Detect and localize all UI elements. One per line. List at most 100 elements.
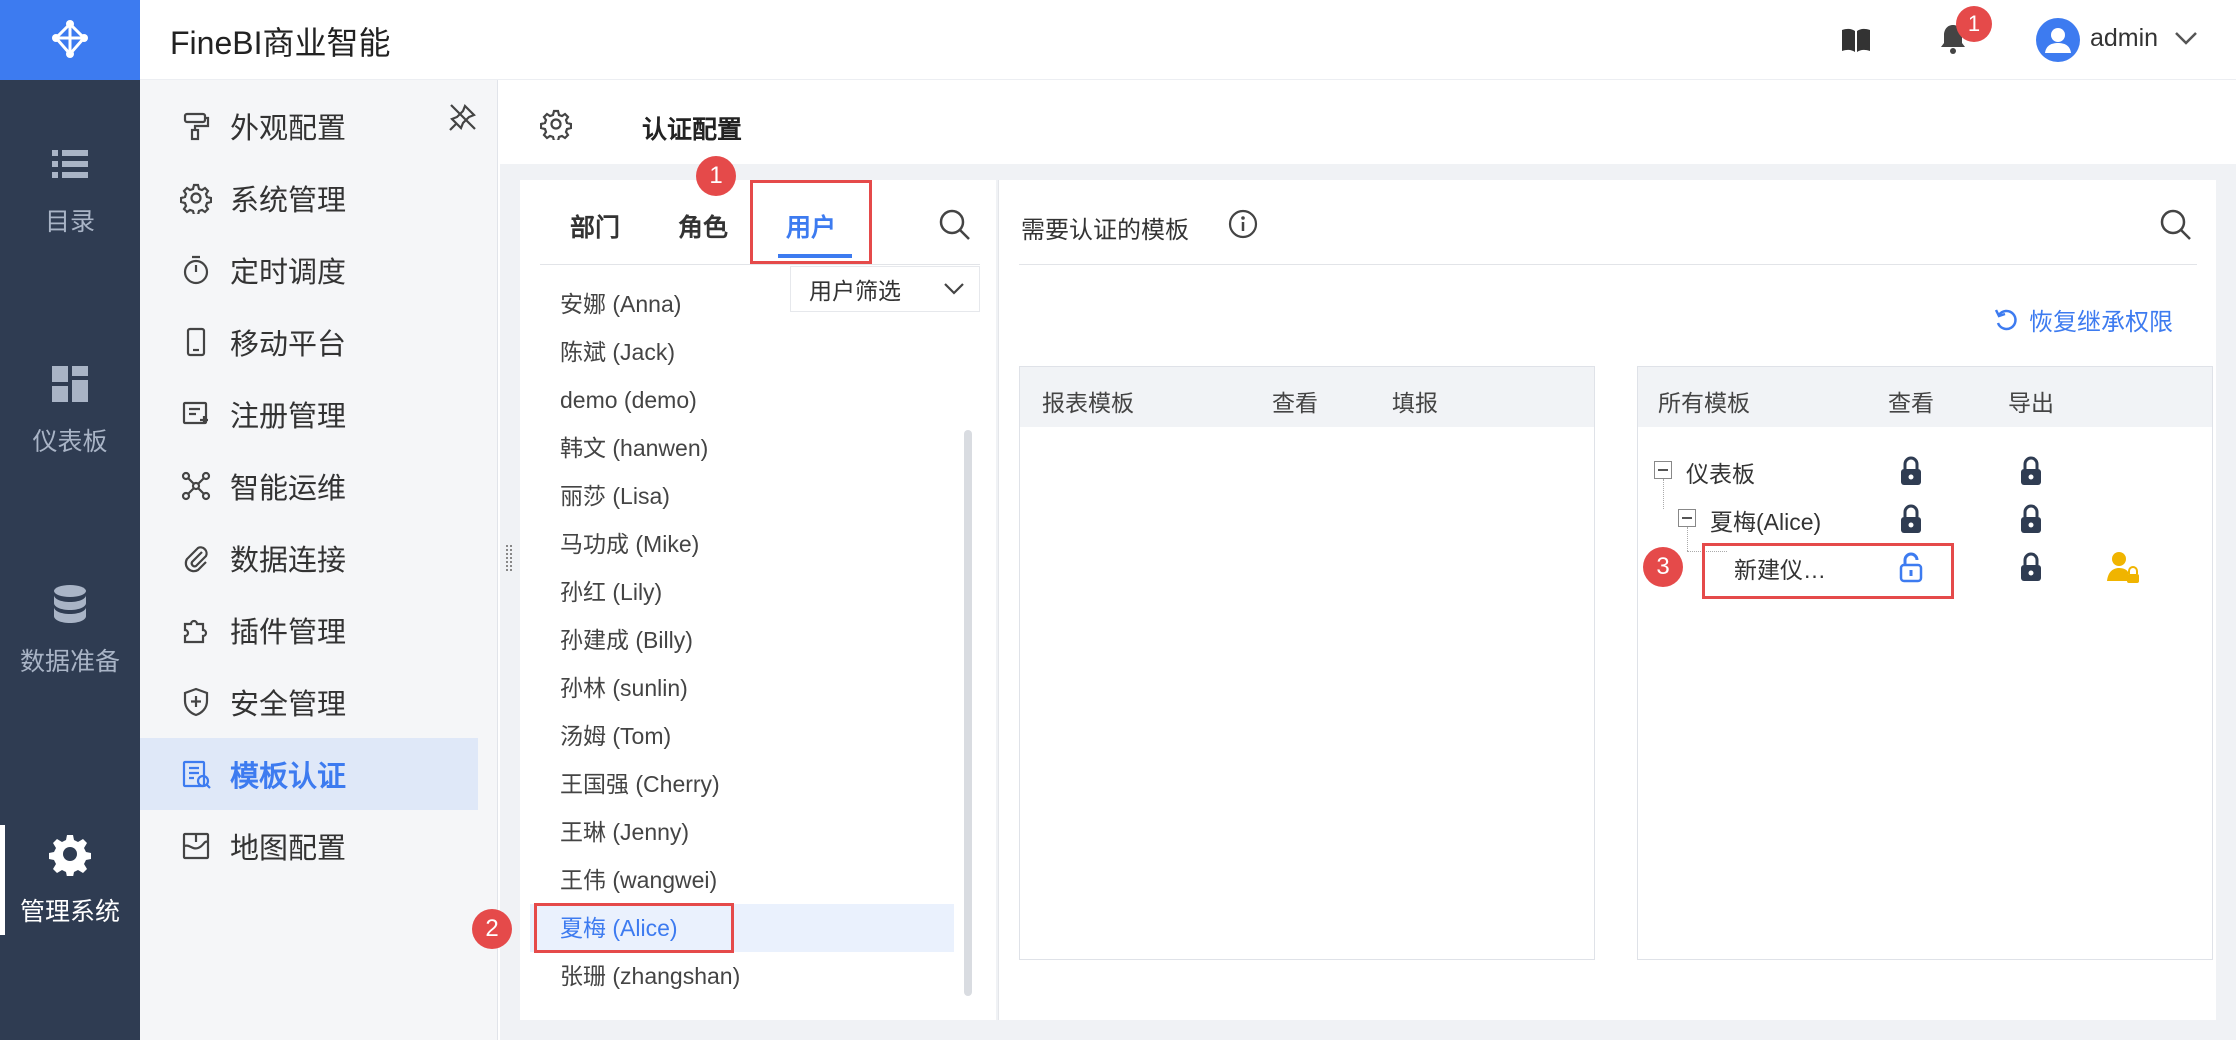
annotation-badge-2: 2 bbox=[472, 909, 512, 949]
menu-item-label: 注册管理 bbox=[230, 401, 347, 433]
scrollbar[interactable] bbox=[964, 430, 972, 996]
menu-item-map[interactable]: 地图配置 bbox=[140, 810, 478, 882]
user-lock-icon[interactable] bbox=[2106, 549, 2140, 585]
puzzle-icon bbox=[183, 619, 208, 644]
rail-item-label: 目录 bbox=[44, 208, 95, 236]
menu-item-template-auth[interactable]: 模板认证 bbox=[140, 738, 478, 810]
gear-icon bbox=[49, 835, 91, 876]
search-icon[interactable] bbox=[2159, 208, 2193, 242]
rail-item-catalog[interactable]: 目录 bbox=[0, 115, 140, 265]
list-item[interactable]: 孙林 (sunlin) bbox=[560, 664, 688, 712]
list-item[interactable]: 陈斌 (Jack) bbox=[560, 328, 675, 376]
list-item[interactable]: 安娜 (Anna) bbox=[560, 280, 681, 328]
annotation-badge-1: 1 bbox=[696, 156, 736, 196]
gear-icon bbox=[540, 109, 572, 140]
tree-node-folder[interactable]: 夏梅(Alice) bbox=[1710, 503, 1821, 537]
side-menu: 外观配置 系统管理 定时调度 移动平台 注册管理 智能运维 数据连接 插件管理 … bbox=[140, 80, 498, 1040]
highlight-box-tab bbox=[750, 180, 872, 264]
tab-department[interactable]: 部门 bbox=[570, 208, 620, 244]
shield-icon bbox=[183, 687, 209, 717]
col-header-fill: 填报 bbox=[1392, 390, 1438, 416]
tab-role[interactable]: 角色 bbox=[678, 208, 728, 244]
tree-node-dashboard[interactable]: 仪表板 bbox=[1686, 455, 1755, 489]
menu-item-label: 定时调度 bbox=[230, 257, 347, 289]
tree-guide bbox=[1687, 527, 1688, 551]
mobile-icon bbox=[186, 327, 206, 357]
report-template-grid: 报表模板 查看 填报 bbox=[1019, 366, 1595, 960]
list-item[interactable]: 汤姆 (Tom) bbox=[560, 712, 671, 760]
list-item[interactable]: 张珊 (zhangshan) bbox=[560, 952, 740, 1000]
rail-item-data-prep[interactable]: 数据准备 bbox=[0, 555, 140, 705]
menu-item-register[interactable]: 注册管理 bbox=[140, 378, 478, 450]
col-header-view: 查看 bbox=[1272, 390, 1318, 416]
chevron-down-icon[interactable] bbox=[2174, 30, 2198, 46]
tree-guide bbox=[1663, 479, 1664, 509]
main-area: 认证配置 部门 角色 用户 1 用户筛选 安娜 (Anna) 陈斌 (Jack)… bbox=[472, 80, 2236, 1040]
lock-icon[interactable] bbox=[2017, 455, 2045, 487]
restore-inherit-button[interactable]: 恢复继承权限 bbox=[1993, 302, 2173, 337]
menu-item-schedule[interactable]: 定时调度 bbox=[140, 234, 478, 306]
panel-title: 需要认证的模板 bbox=[1021, 217, 1189, 244]
rail-item-label: 管理系统 bbox=[19, 898, 120, 926]
highlight-box-user bbox=[534, 903, 734, 953]
list-item[interactable]: 孙红 (Lily) bbox=[560, 568, 662, 616]
user-filter-dropdown[interactable]: 用户筛选 bbox=[790, 266, 980, 312]
menu-item-security[interactable]: 安全管理 bbox=[140, 666, 478, 738]
notification-badge: 1 bbox=[1956, 6, 1992, 42]
template-auth-icon bbox=[182, 760, 211, 789]
rail-item-admin[interactable]: 管理系统 bbox=[0, 805, 140, 955]
menu-item-mobile[interactable]: 移动平台 bbox=[140, 306, 478, 378]
list-item[interactable]: 韩文 (hanwen) bbox=[560, 424, 708, 472]
menu-item-appearance[interactable]: 外观配置 bbox=[140, 90, 478, 162]
rail-item-dashboard[interactable]: 仪表板 bbox=[0, 335, 140, 485]
menu-item-plugins[interactable]: 插件管理 bbox=[140, 594, 478, 666]
user-icon bbox=[2045, 28, 2071, 53]
rail-item-label: 数据准备 bbox=[19, 648, 120, 676]
menu-item-data-connection[interactable]: 数据连接 bbox=[140, 522, 478, 594]
divider bbox=[1019, 264, 2197, 265]
menu-item-label: 插件管理 bbox=[230, 617, 347, 649]
map-icon bbox=[182, 832, 210, 860]
list-item[interactable]: 孙建成 (Billy) bbox=[560, 616, 693, 664]
logo[interactable] bbox=[0, 0, 140, 80]
lock-icon[interactable] bbox=[2017, 503, 2045, 535]
list-item[interactable]: 王国强 (Cherry) bbox=[560, 760, 720, 808]
app-title: FineBI商业智能 bbox=[170, 25, 391, 61]
info-icon[interactable] bbox=[1227, 208, 1259, 240]
collapse-toggle[interactable] bbox=[1678, 509, 1696, 527]
divider bbox=[540, 264, 980, 265]
timer-icon bbox=[183, 255, 209, 285]
chevron-down-icon bbox=[944, 283, 964, 295]
undo-icon bbox=[1994, 308, 2017, 330]
username[interactable]: admin bbox=[2090, 24, 2158, 53]
user-filter-label: 用户筛选 bbox=[809, 278, 901, 304]
list-item[interactable]: demo (demo) bbox=[560, 376, 697, 424]
menu-item-label: 模板认证 bbox=[230, 761, 347, 793]
list-item[interactable]: 王琳 (Jenny) bbox=[560, 808, 689, 856]
page-title: 认证配置 bbox=[642, 116, 743, 144]
list-item[interactable]: 王伟 (wangwei) bbox=[560, 856, 717, 904]
search-icon[interactable] bbox=[938, 208, 972, 242]
col-header-all-templates: 所有模板 bbox=[1658, 390, 1750, 416]
rail-item-label: 仪表板 bbox=[32, 428, 108, 456]
lock-icon[interactable] bbox=[1897, 503, 1925, 535]
dashboard-icon bbox=[52, 366, 88, 402]
book-icon[interactable] bbox=[1840, 24, 1872, 56]
all-template-grid: 所有模板 查看 导出 仪表板 夏梅(Alice) 新建仪… 3 bbox=[1637, 366, 2213, 960]
register-icon bbox=[182, 401, 208, 425]
menu-item-system[interactable]: 系统管理 bbox=[140, 162, 478, 234]
template-panel: 需要认证的模板 恢复继承权限 报表模板 查看 填报 所有模板 查看 导出 仪表板… bbox=[998, 180, 2216, 1020]
lock-icon[interactable] bbox=[2017, 551, 2045, 583]
lock-icon[interactable] bbox=[1897, 455, 1925, 487]
avatar[interactable] bbox=[2036, 18, 2080, 62]
grid-header: 报表模板 查看 填报 bbox=[1020, 367, 1594, 427]
splitter-handle[interactable] bbox=[506, 545, 512, 571]
list-item[interactable]: 丽莎 (Lisa) bbox=[560, 472, 670, 520]
list-item[interactable]: 马功成 (Mike) bbox=[560, 520, 699, 568]
user-panel: 部门 角色 用户 1 用户筛选 安娜 (Anna) 陈斌 (Jack) demo… bbox=[472, 156, 996, 1020]
breadcrumb: 认证配置 bbox=[500, 80, 2236, 164]
grid-header: 所有模板 查看 导出 bbox=[1638, 367, 2212, 427]
database-icon bbox=[54, 585, 86, 623]
collapse-toggle[interactable] bbox=[1654, 461, 1672, 479]
menu-item-ops[interactable]: 智能运维 bbox=[140, 450, 478, 522]
